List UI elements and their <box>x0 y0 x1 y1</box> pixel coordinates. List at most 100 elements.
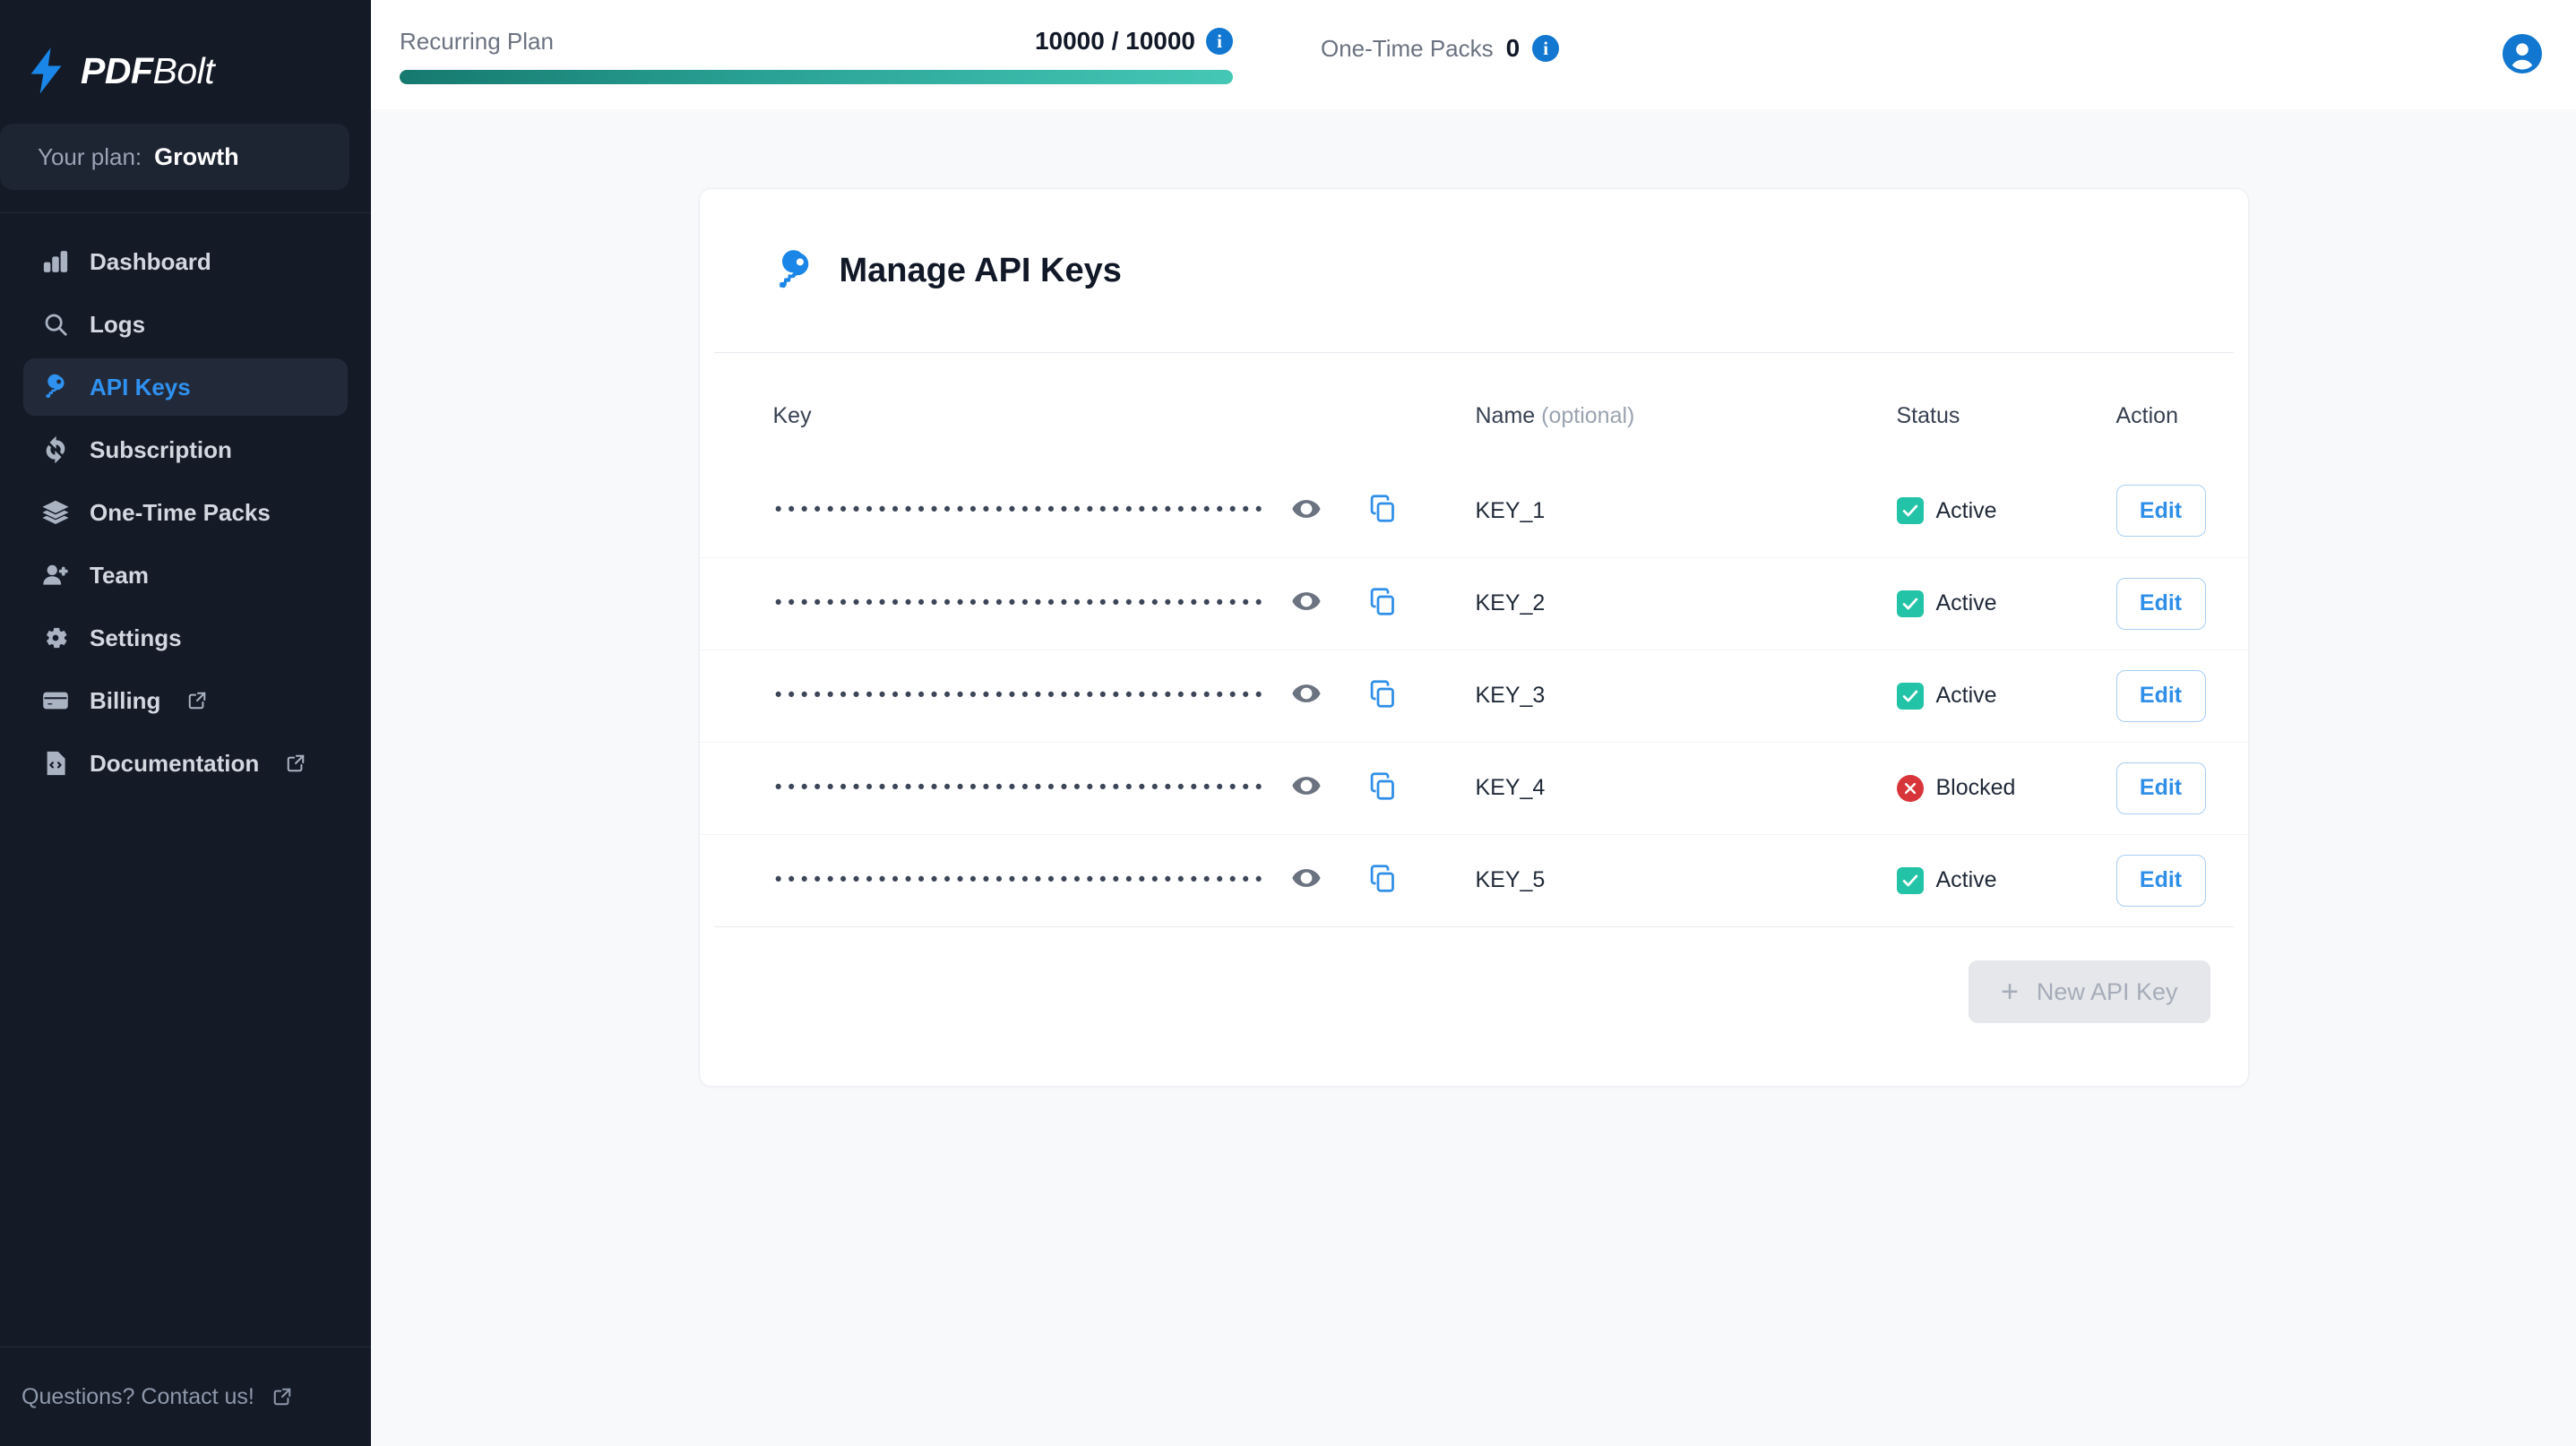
sidebar-item-label: Billing <box>90 686 161 714</box>
credit-card-icon <box>41 686 70 715</box>
edit-button[interactable]: Edit <box>2115 669 2206 722</box>
cell-masked-key: •••••••••••••••••••••••••••••••••••••• <box>699 556 1291 650</box>
edit-button[interactable]: Edit <box>2115 854 2206 907</box>
plus-icon: + <box>2001 975 2019 1009</box>
copy-icon[interactable] <box>1368 771 1398 801</box>
cell-reveal <box>1290 741 1368 834</box>
edit-button[interactable]: Edit <box>2115 485 2206 538</box>
sidebar-item-settings[interactable]: Settings <box>23 609 348 667</box>
masked-key-text: •••••••••••••••••••••••••••••••••••••• <box>772 499 1266 521</box>
cell-reveal <box>1290 833 1368 926</box>
cell-name: KEY_3 <box>1475 649 1897 742</box>
eye-icon[interactable] <box>1291 678 1322 709</box>
status-label: Active <box>1935 497 1997 523</box>
status-badge: Active <box>1896 866 2116 894</box>
masked-key-text: •••••••••••••••••••••••••••••••••••••• <box>772 776 1266 798</box>
sidebar-item-api-keys[interactable]: API Keys <box>23 358 348 416</box>
key-icon <box>41 373 70 401</box>
sidebar-item-label: Logs <box>90 310 146 338</box>
masked-key-text: •••••••••••••••••••••••••••••••••••••• <box>772 868 1266 891</box>
cell-copy <box>1367 649 1476 742</box>
cell-reveal <box>1290 649 1368 742</box>
edit-button[interactable]: Edit <box>2115 577 2206 630</box>
avatar[interactable] <box>2501 32 2544 75</box>
gear-icon <box>41 624 70 652</box>
table-row: •••••••••••••••••••••••••••••••••••••• K… <box>699 833 2248 926</box>
cell-masked-key: •••••••••••••••••••••••••••••••••••••• <box>699 833 1291 926</box>
refresh-icon <box>41 435 70 464</box>
cell-status: Active <box>1896 556 2116 650</box>
column-header-copy <box>1368 353 1476 465</box>
cell-action: Edit <box>2115 833 2248 926</box>
status-badge: Active <box>1896 590 2116 617</box>
eye-icon[interactable] <box>1291 494 1322 524</box>
sidebar-item-subscription[interactable]: Subscription <box>23 421 348 478</box>
cell-masked-key: •••••••••••••••••••••••••••••••••••••• <box>699 649 1291 742</box>
sidebar-item-dashboard[interactable]: Dashboard <box>23 233 348 290</box>
one-time-packs-counter: One-Time Packs 0 i <box>1321 34 1560 63</box>
cell-name: KEY_5 <box>1475 833 1897 926</box>
recurring-plan-count: 10000 / 10000 <box>1034 27 1195 55</box>
eye-icon[interactable] <box>1291 863 1322 893</box>
copy-icon[interactable] <box>1368 864 1398 893</box>
copy-icon[interactable] <box>1368 587 1398 616</box>
cell-reveal <box>1290 556 1368 650</box>
eye-icon[interactable] <box>1291 586 1322 616</box>
card-footer: + New API Key <box>700 927 2248 1056</box>
recurring-plan-usage: Recurring Plan 10000 / 10000 i <box>400 25 1233 84</box>
search-icon <box>41 310 70 339</box>
info-icon[interactable]: i <box>1532 35 1560 62</box>
sidebar-item-label: Team <box>90 561 149 589</box>
key-icon <box>773 249 816 292</box>
cell-status: Blocked <box>1896 741 2116 834</box>
lightning-bolt-icon <box>27 47 66 94</box>
cell-copy <box>1368 465 1476 557</box>
page-title: Manage API Keys <box>839 251 1122 289</box>
copy-icon[interactable] <box>1368 494 1398 523</box>
topbar: Recurring Plan 10000 / 10000 i One-Time … <box>371 0 2576 109</box>
cell-action: Edit <box>2115 649 2248 742</box>
masked-key-text: •••••••••••••••••••••••••••••••••••••• <box>772 591 1266 614</box>
column-header-reveal <box>1291 353 1368 465</box>
column-header-name: Name (optional) <box>1476 353 1897 465</box>
layers-icon <box>41 498 70 527</box>
contact-us-label: Questions? Contact us! <box>22 1383 254 1409</box>
column-header-name-text: Name <box>1475 403 1536 428</box>
table-row: •••••••••••••••••••••••••••••••••••••• K… <box>700 465 2248 557</box>
sidebar-item-documentation[interactable]: Documentation <box>23 735 348 792</box>
cell-copy <box>1367 833 1476 926</box>
api-keys-table: Key Name (optional) Status Action ••••••… <box>699 353 2248 926</box>
sidebar-item-billing[interactable]: Billing <box>23 672 348 729</box>
cell-status: Active <box>1896 649 2116 742</box>
cell-action: Edit <box>2115 556 2248 650</box>
cell-status: Active <box>1896 833 2116 926</box>
brand-name-bold: PDF <box>81 49 153 91</box>
new-api-key-button[interactable]: + New API Key <box>1969 960 2210 1023</box>
table-header: Key Name (optional) Status Action <box>700 353 2248 465</box>
bar-chart-icon <box>41 247 70 276</box>
recurring-plan-right: 10000 / 10000 i <box>1035 27 1233 56</box>
contact-us-link[interactable]: Questions? Contact us! <box>0 1347 371 1446</box>
copy-icon[interactable] <box>1368 679 1398 709</box>
cell-copy <box>1367 741 1476 834</box>
sidebar-item-label: Dashboard <box>90 247 211 275</box>
info-icon[interactable]: i <box>1206 28 1233 55</box>
sidebar-item-one-time-packs[interactable]: One-Time Packs <box>23 484 348 541</box>
check-icon <box>1896 682 1924 710</box>
check-icon <box>1896 866 1924 894</box>
sidebar-item-label: Settings <box>90 624 182 651</box>
manage-api-keys-card: Manage API Keys Key Name (optional) Stat… <box>698 188 2249 1087</box>
status-label: Active <box>1935 590 1997 615</box>
column-header-status: Status <box>1896 403 1960 428</box>
code-file-icon <box>41 749 70 778</box>
sidebar-item-logs[interactable]: Logs <box>23 296 348 353</box>
cell-name: KEY_4 <box>1475 741 1897 834</box>
sidebar-item-team[interactable]: Team <box>23 547 348 604</box>
cell-name: KEY_2 <box>1475 556 1897 650</box>
eye-icon[interactable] <box>1291 770 1322 801</box>
table-row: •••••••••••••••••••••••••••••••••••••• K… <box>699 556 2248 650</box>
one-time-packs-label: One-Time Packs <box>1321 34 1494 62</box>
edit-button[interactable]: Edit <box>2115 762 2206 814</box>
close-icon <box>1896 774 1924 802</box>
brand-logo[interactable]: PDFBolt <box>0 0 371 109</box>
